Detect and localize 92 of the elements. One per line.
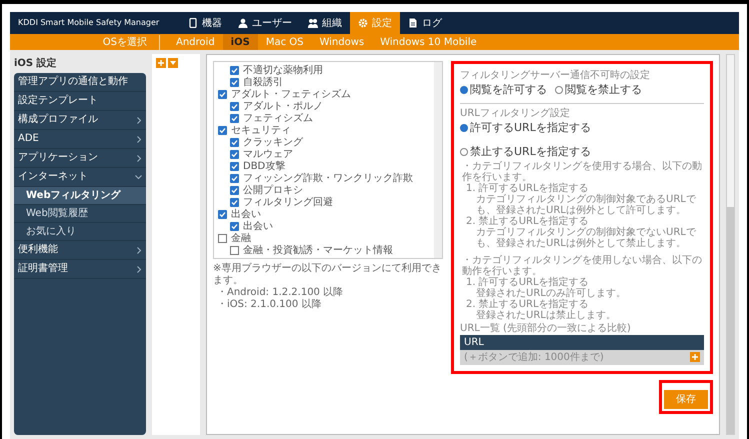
checkbox[interactable] (230, 174, 239, 182)
category-label: 公開プロキシ (243, 184, 303, 198)
checkbox[interactable] (230, 102, 239, 110)
category-label: 出会い (243, 220, 273, 232)
note-text: 登録されたURLは禁止します。 (475, 310, 617, 320)
add-row-button[interactable] (690, 352, 700, 362)
document-icon (408, 18, 418, 28)
nav-tab[interactable]: 機器 (180, 12, 230, 34)
category-label: アダルト・ポルノ (243, 100, 323, 113)
note-text: ・カテゴリフィルタリングを使用する場合、以下の動作を行います。 (461, 160, 703, 182)
checkbox[interactable] (230, 78, 239, 86)
category-label: フィルタリング回避 (243, 196, 333, 209)
category-label: アダルト・フェティシズム (231, 88, 351, 101)
phone-icon (188, 18, 198, 28)
note-text: ・カテゴリフィルタリングを使用しない場合、以下の動作を行います。 (461, 254, 703, 276)
checkbox[interactable] (230, 138, 239, 146)
nav-tab[interactable]: 組織 (300, 12, 350, 34)
gear-icon (358, 18, 368, 28)
checkbox[interactable] (230, 66, 239, 74)
note-text: カテゴリフィルタリングの制御対象でないURLでも、登録されたURLは例外として禁止します。 (475, 226, 697, 248)
sidebar-item[interactable]: ADE (14, 130, 146, 149)
radio-option[interactable]: 禁止するURLを指定する (460, 144, 591, 160)
caret-icon (170, 61, 176, 65)
sidebar-item[interactable]: 設定テンプレート (14, 92, 146, 111)
sidebar-item[interactable]: 構成プロファイル (14, 111, 146, 130)
note-text: 1. 許可するURLを指定する (465, 276, 590, 288)
category-label: 不適切な薬物利用 (243, 64, 323, 76)
category-label: マルウェア (243, 148, 293, 160)
category-label: 金融 (231, 232, 251, 245)
radio-option[interactable]: 許可するURLを指定する (460, 120, 591, 136)
checkbox[interactable] (218, 210, 227, 218)
checkbox[interactable] (218, 234, 227, 242)
category-label: 自殺誘引 (243, 76, 283, 89)
chevron-right-icon (137, 136, 142, 142)
sidebar-item[interactable]: 管理アプリの通信と動作 (14, 73, 146, 92)
category-label: セキュリティ (231, 124, 291, 138)
note-text: カテゴリフィルタリングの制御対象であるURLでも、登録されたURLは例外として許可します。 (475, 194, 697, 216)
sidebar-subitem[interactable]: お気に入り (14, 223, 146, 241)
radio-option[interactable]: 閲覧を許可する (460, 82, 547, 98)
note-text: 2. 禁止するURLを指定する (465, 216, 590, 226)
sidebar-subitem[interactable]: Web閲覧履歴 (14, 205, 146, 223)
checkbox[interactable] (218, 90, 227, 98)
product-name: KDDI Smart Mobile Safety Manager (17, 17, 160, 29)
plus-icon (692, 354, 698, 360)
checkbox[interactable] (230, 222, 239, 230)
chevron-right-icon (137, 116, 142, 124)
user-icon (238, 18, 248, 28)
radio-button[interactable] (460, 148, 468, 156)
category-label: 出会い (231, 208, 261, 220)
sidebar-subitem[interactable]: Webフィルタリング (14, 187, 146, 205)
os-tab[interactable]: iOS (222, 34, 258, 50)
sidebar-item[interactable]: 便利機能 (14, 241, 146, 260)
note-text: 2. 禁止するURLを指定する (465, 298, 590, 310)
category-label: フィッシング詐欺・ワンクリック詐欺 (243, 172, 413, 184)
note-text: 登録されたURLのみ許可します。 (475, 288, 627, 298)
checkbox[interactable] (230, 150, 239, 158)
checkbox[interactable] (230, 246, 239, 254)
nav-tab[interactable]: ユーザー (230, 12, 300, 34)
category-label: クラッキング (243, 136, 303, 150)
checkbox[interactable] (230, 162, 239, 170)
nav-tab[interactable]: ログ (400, 12, 450, 34)
section-heading: URLフィルタリング設定 (460, 106, 571, 120)
category-label: 金融・投資勧誘・マーケット情報 (243, 244, 393, 258)
note-text: ・Android: 1.2.2.100 以降 (216, 287, 344, 298)
checkbox[interactable] (230, 198, 239, 206)
url-list-heading: URL一覧 (先頭部分の一致による比較) (460, 322, 632, 334)
dropdown-button[interactable] (168, 58, 178, 68)
sidebar-item[interactable]: アプリケーション (14, 149, 146, 168)
checkbox[interactable] (230, 186, 239, 194)
column-header: URL (463, 336, 485, 350)
radio-button[interactable] (460, 124, 468, 132)
chevron-right-icon (137, 266, 142, 272)
checkbox[interactable] (230, 114, 239, 122)
radio-button[interactable] (460, 86, 468, 94)
note-text: ※専用ブラウザーの以下のバージョンにて利用できます。 (213, 263, 442, 286)
chevron-down-icon (135, 174, 142, 180)
section-heading: フィルタリングサーバー通信不可時の設定 (460, 70, 651, 82)
category-label: DBD攻撃 (243, 160, 286, 174)
table-cell-text: (＋ボタンで追加: 1000件まで) (463, 350, 605, 364)
radio-button[interactable] (555, 86, 563, 94)
note-text: ・iOS: 2.1.0.100 以降 (216, 299, 322, 311)
add-button[interactable] (156, 58, 166, 68)
category-label: フェティシズム (243, 112, 313, 126)
plus-icon (158, 60, 164, 66)
group-icon (308, 18, 318, 28)
radio-option[interactable]: 閲覧を禁止する (555, 82, 642, 98)
sidebar-title: iOS 設定 (14, 56, 58, 71)
checkbox[interactable] (218, 126, 227, 134)
chevron-right-icon (137, 246, 142, 254)
chevron-right-icon (137, 154, 142, 162)
sidebar-item[interactable]: 証明書管理 (14, 260, 146, 279)
note-text: 1. 許可するURLを指定する (465, 182, 590, 194)
